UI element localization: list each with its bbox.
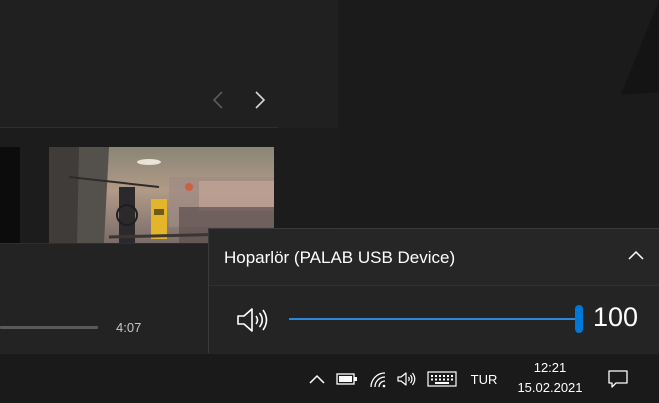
volume-slider[interactable] — [289, 305, 583, 335]
previous-arrow-icon[interactable] — [207, 88, 229, 112]
notification-icon — [608, 370, 628, 388]
device-selector[interactable]: Hoparlör (PALAB USB Device) — [209, 229, 659, 285]
keyboard-icon — [427, 371, 457, 387]
flyout-divider — [209, 285, 659, 286]
speaker-icon — [237, 308, 268, 332]
app-header-area — [0, 0, 338, 128]
show-hidden-icons-button[interactable] — [306, 368, 328, 390]
volume-value: 100 — [593, 302, 639, 332]
battery-icon — [336, 373, 357, 385]
speaker-mute-button[interactable] — [233, 303, 273, 337]
speaker-icon — [397, 372, 416, 386]
clock-button[interactable]: 12:21 15.02.2021 — [505, 358, 595, 398]
chevron-up-icon — [309, 374, 325, 384]
seek-bar[interactable] — [0, 326, 98, 329]
thumbnail-partial[interactable] — [0, 147, 20, 243]
battery-button[interactable] — [335, 368, 359, 390]
device-name: Hoparlör (PALAB USB Device) — [224, 248, 456, 267]
volume-slider-thumb[interactable] — [575, 305, 583, 333]
media-player-bar: 4:07 — [0, 243, 210, 354]
background-panel — [338, 0, 659, 232]
wifi-icon — [370, 372, 386, 388]
next-arrow-icon[interactable] — [249, 88, 271, 112]
seek-time: 4:07 — [116, 320, 142, 335]
chevron-up-icon[interactable] — [623, 243, 649, 269]
touch-keyboard-button[interactable] — [425, 367, 459, 391]
network-button[interactable] — [366, 367, 390, 391]
volume-slider-fill — [289, 318, 579, 320]
input-language-indicator[interactable]: TUR — [465, 368, 503, 390]
clock-time: 12:21 — [533, 360, 567, 375]
volume-flyout: Hoparlör (PALAB USB Device) 100 — [208, 228, 659, 354]
app-divider — [0, 127, 278, 128]
volume-button[interactable] — [395, 367, 419, 391]
taskbar: TUR 12:21 15.02.2021 — [0, 353, 659, 403]
action-center-button[interactable] — [603, 366, 633, 392]
clock-date: 15.02.2021 — [517, 380, 583, 395]
desktop-screen: 4:07 Hoparlör (PALAB USB Device) 100 TUR… — [0, 0, 659, 403]
